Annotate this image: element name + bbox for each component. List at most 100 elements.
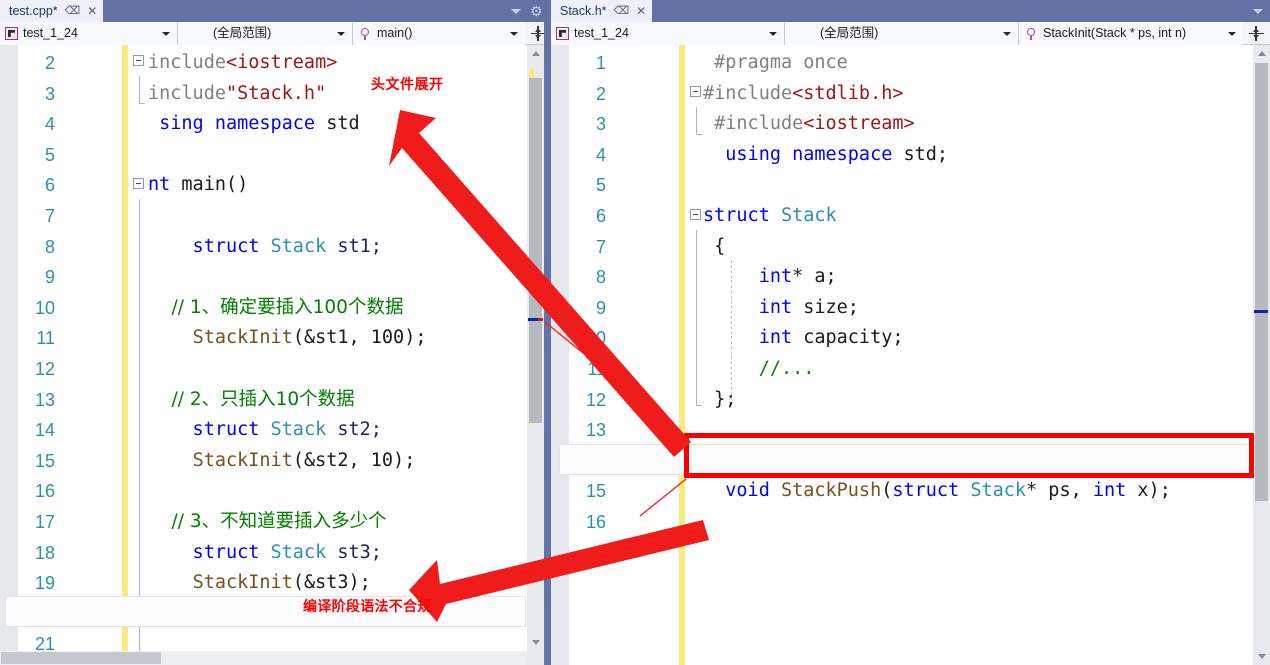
close-icon[interactable]: ✕ bbox=[87, 5, 97, 17]
fold-toggle-icon[interactable] bbox=[133, 55, 144, 66]
chevron-down-icon[interactable] bbox=[162, 31, 170, 36]
split-view-icon bbox=[1248, 25, 1264, 41]
tab-test-cpp[interactable]: test.cpp* ⌫ ✕ bbox=[0, 0, 104, 22]
code-text-left[interactable]: include<iostream> include"Stack.h" sing n… bbox=[148, 45, 534, 665]
code-line[interactable] bbox=[148, 140, 534, 171]
code-line[interactable] bbox=[148, 201, 534, 232]
chevron-down-icon[interactable] bbox=[1253, 8, 1263, 14]
fold-toggle-icon[interactable] bbox=[690, 86, 701, 97]
line-number: 4 bbox=[44, 114, 55, 135]
pane-splitter[interactable] bbox=[544, 0, 551, 665]
scope-dropdown-left[interactable]: (全局范围) bbox=[178, 22, 353, 45]
code-line[interactable]: int* a; bbox=[703, 262, 1253, 293]
code-line[interactable]: #include<iostream> bbox=[703, 109, 1253, 140]
code-line[interactable]: #pragma once bbox=[703, 48, 1253, 79]
scrollbar-thumb-right[interactable] bbox=[1255, 63, 1268, 501]
code-line[interactable] bbox=[703, 170, 1253, 201]
indicator-margin-left bbox=[0, 45, 18, 665]
code-token: (&st3); bbox=[292, 572, 371, 594]
chevron-down-icon[interactable] bbox=[510, 31, 518, 36]
scroll-down-icon[interactable] bbox=[1253, 648, 1270, 665]
scroll-down-icon[interactable] bbox=[527, 634, 544, 651]
line-number: 11 bbox=[587, 358, 606, 379]
line-number: 8 bbox=[44, 236, 55, 257]
scrollbar-thumb-h-left[interactable] bbox=[1, 652, 161, 664]
code-line[interactable]: // 2、只插入10个数据 bbox=[148, 385, 534, 416]
vertical-scrollbar-right[interactable] bbox=[1253, 45, 1270, 665]
method-icon bbox=[358, 27, 372, 41]
code-line[interactable] bbox=[148, 476, 534, 507]
code-token: capacity; bbox=[792, 327, 904, 349]
code-line[interactable]: //... bbox=[703, 354, 1253, 385]
code-line[interactable] bbox=[703, 507, 1253, 538]
fold-guide-end bbox=[695, 405, 702, 406]
code-line[interactable]: struct Stack st3; bbox=[148, 538, 534, 569]
project-dropdown-value: test_1_24 bbox=[23, 26, 78, 40]
code-line[interactable]: sing namespace std bbox=[148, 109, 534, 140]
tab-stack-h[interactable]: Stack.h* ⌫ ✕ bbox=[551, 0, 653, 22]
code-token: nt bbox=[148, 174, 182, 196]
scrollbar-thumb-left[interactable] bbox=[529, 78, 542, 423]
scroll-mark-error bbox=[538, 318, 543, 321]
code-token: "Stack.h" bbox=[225, 82, 327, 104]
code-line[interactable]: struct Stack st2; bbox=[148, 415, 534, 446]
pin-icon[interactable]: ⌫ bbox=[65, 5, 81, 17]
code-line[interactable]: StackInit(&st1, 100); bbox=[148, 323, 534, 354]
chevron-down-icon[interactable] bbox=[1228, 31, 1236, 36]
fold-margin-left[interactable] bbox=[128, 45, 150, 665]
fold-toggle-icon[interactable] bbox=[133, 178, 144, 189]
tab-title: test.cpp* bbox=[9, 4, 58, 18]
code-line[interactable]: struct Stack st1; bbox=[148, 232, 534, 263]
line-number: 10 bbox=[34, 297, 55, 318]
code-text-right[interactable]: #pragma once #include<stdlib.h> #include<… bbox=[703, 45, 1253, 665]
code-line[interactable]: include"Stack.h" bbox=[148, 79, 534, 110]
code-line[interactable] bbox=[148, 262, 534, 293]
code-line[interactable]: // 3、不知道要插入多少个 bbox=[148, 507, 534, 538]
project-dropdown-left[interactable]: test_1_24 bbox=[0, 22, 178, 45]
current-line-highlight-right bbox=[559, 444, 1253, 475]
scroll-up-icon[interactable] bbox=[1253, 45, 1270, 62]
scope-dropdown-right[interactable]: (全局范围) bbox=[785, 22, 1019, 45]
gear-icon[interactable]: ⚙ bbox=[530, 4, 544, 18]
vertical-scrollbar-left[interactable] bbox=[527, 45, 544, 665]
chevron-down-icon[interactable] bbox=[511, 8, 521, 14]
code-line[interactable]: }; bbox=[703, 385, 1253, 416]
editor-pane-right: Stack.h* ⌫ ✕ test_1_24 (全局范围) StackInit(… bbox=[551, 0, 1270, 665]
close-icon[interactable]: ✕ bbox=[636, 5, 646, 17]
member-dropdown-right[interactable]: StackInit(Stack * ps, int n) bbox=[1019, 22, 1243, 45]
project-dropdown-right[interactable]: test_1_24 bbox=[551, 22, 785, 45]
line-number: 11 bbox=[36, 328, 55, 349]
code-line[interactable]: { bbox=[703, 232, 1253, 263]
code-line[interactable]: using namespace std; bbox=[703, 140, 1253, 171]
code-token: StackInit bbox=[192, 449, 293, 471]
chevron-down-icon[interactable] bbox=[1003, 31, 1011, 36]
code-line[interactable]: nt main() bbox=[148, 170, 534, 201]
code-line[interactable]: struct Stack bbox=[703, 201, 1253, 232]
chevron-down-icon[interactable] bbox=[769, 31, 777, 36]
code-editor-left[interactable]: 23456789101112131415161718192021 include… bbox=[0, 45, 534, 665]
code-line[interactable] bbox=[148, 354, 534, 385]
code-line[interactable]: StackInit(&st2, 10); bbox=[148, 446, 534, 477]
horizontal-scrollbar-left[interactable] bbox=[0, 651, 527, 665]
fold-toggle-icon[interactable] bbox=[690, 209, 701, 220]
scroll-up-icon[interactable] bbox=[527, 45, 544, 62]
project-icon bbox=[5, 27, 18, 40]
member-dropdown-left[interactable]: main() bbox=[353, 22, 525, 45]
code-token: Stack bbox=[270, 541, 327, 563]
code-line[interactable]: include<iostream> bbox=[148, 48, 534, 79]
code-line[interactable]: int capacity; bbox=[703, 323, 1253, 354]
line-number: 8 bbox=[595, 267, 606, 288]
tabstrip-left: test.cpp* ⌫ ✕ ⚙ bbox=[0, 0, 551, 22]
code-line[interactable]: int size; bbox=[703, 293, 1253, 324]
code-token: (&st1, 100); bbox=[292, 327, 427, 349]
code-line[interactable]: StackInit(&st3); bbox=[148, 568, 534, 599]
chevron-down-icon[interactable] bbox=[337, 31, 345, 36]
code-token: st2; bbox=[326, 419, 382, 441]
code-line[interactable]: // 1、确定要插入100个数据 bbox=[148, 293, 534, 324]
pin-icon[interactable]: ⌫ bbox=[614, 5, 630, 17]
split-view-button[interactable] bbox=[1243, 22, 1269, 44]
code-line[interactable]: #include<stdlib.h> bbox=[703, 79, 1253, 110]
code-line[interactable]: void StackPush(struct Stack* ps, int x); bbox=[703, 476, 1253, 507]
code-editor-right[interactable]: 12345678910111213141516 #pragma once#inc… bbox=[551, 45, 1253, 665]
code-line[interactable] bbox=[703, 415, 1253, 446]
